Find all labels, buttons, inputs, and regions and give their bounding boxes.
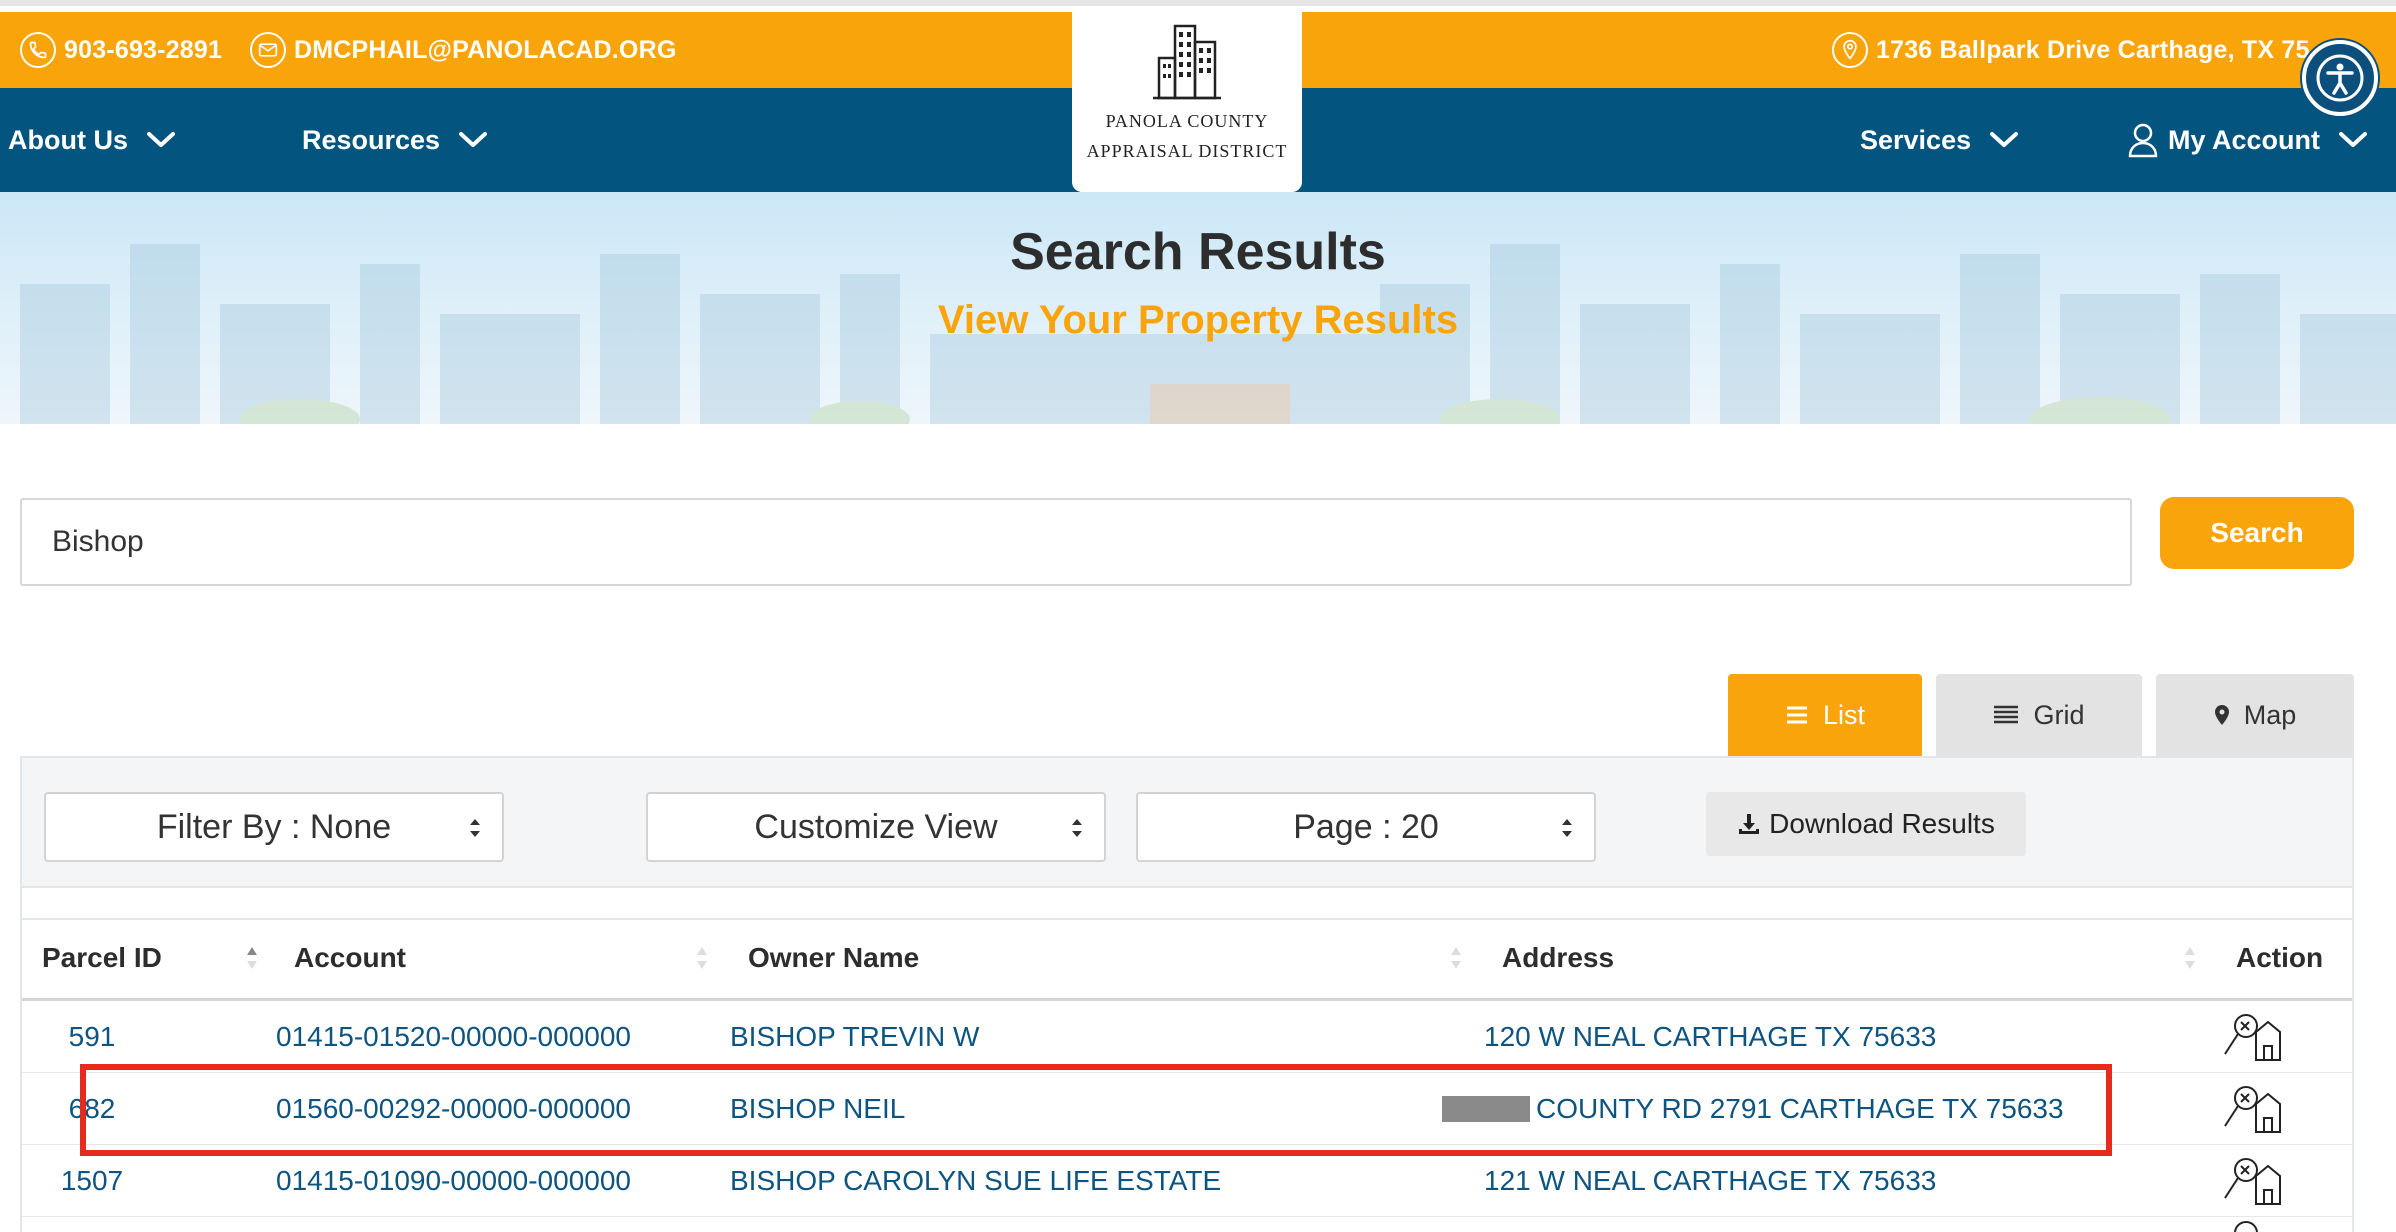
grid-icon [1993,705,2019,725]
property-search-icon [2224,1158,2281,1205]
nav-services[interactable]: Services [1860,88,2019,192]
view-tab-list-label: List [1822,699,1866,730]
view-property-button[interactable] [2218,1001,2288,1073]
email-link[interactable]: DMCPHAIL@PANOLACAD.ORG [250,12,676,88]
view-property-button[interactable] [2218,1217,2288,1232]
building-logo-icon [1153,24,1221,100]
user-icon [2128,122,2158,158]
search-button[interactable]: Search [2160,497,2354,569]
address-link[interactable]: 121 W NEAL CARTHAGE TX 75633 [1484,1145,1936,1217]
chevron-down-icon [1989,131,2019,149]
table-row: 591 01415-01520-00000-000000 BISHOP TREV… [22,1001,2352,1073]
results-table: Parcel ID Account Owner Name Address Act… [20,888,2354,1232]
sort-icon[interactable] [2182,944,2198,972]
page: 903-693-2891 DMCPHAIL@PANOLACAD.ORG 1736… [0,0,2396,1232]
logo-line-1: PANOLA COUNTY [1105,111,1269,131]
address-link[interactable]: COUNTY RD 2791 CARTHAGE TX 75633 [1442,1073,2064,1145]
header-action: Action [2236,942,2324,973]
nav-services-label: Services [1860,124,1972,155]
sort-icon[interactable] [1448,944,1464,972]
list-icon [1785,705,1809,725]
account-link[interactable]: 01560-00292-00000-000000 [276,1073,631,1145]
header-account[interactable]: Account [294,942,406,974]
location-pin-icon [1832,32,1868,68]
owner-name-link[interactable]: BISHOP TREVIN W [730,1001,979,1073]
customize-view-select[interactable]: Customize View [646,792,1106,862]
view-tab-grid[interactable]: Grid [1936,674,2142,756]
property-search-icon [2224,1086,2281,1133]
owner-name-link[interactable]: BISHOP NEIL [730,1073,905,1145]
logo-line-2: APPRAISAL DISTRICT [1086,141,1288,161]
parcel-id-link[interactable]: 682 [22,1073,162,1145]
email-text: DMCPHAIL@PANOLACAD.ORG [294,35,677,64]
chevron-down-icon [146,131,176,149]
table-row: 1507 01415-01090-00000-000000 BISHOP CAR… [22,1145,2352,1217]
sort-ascending-icon[interactable] [244,944,260,972]
select-arrows-icon [1560,816,1574,840]
nav-about-label: About Us [8,124,128,155]
address-text: COUNTY RD 2791 CARTHAGE TX 75633 [1536,1093,2064,1124]
redacted-block [1442,1096,1530,1122]
address-text: 1736 Ballpark Drive Carthage, TX 75 [1876,35,2310,64]
page-subtitle: View Your Property Results [937,298,1459,342]
account-link[interactable]: 01415-01520-00000-000000 [276,1001,631,1073]
phone-icon [20,32,56,68]
header-address[interactable]: Address [1502,942,1614,974]
table-row: 682 01560-00292-00000-000000 BISHOP NEIL… [22,1073,2352,1145]
header-owner-name[interactable]: Owner Name [748,942,919,974]
hero-banner: Search Results View Your Property Result… [0,192,2396,424]
owner-name-link[interactable]: BISHOP CAROLYN SUE LIFE ESTATE [730,1145,1221,1217]
select-arrows-icon [1070,816,1084,840]
view-property-button[interactable] [2218,1073,2288,1145]
filter-select-value: Filter By : None [156,807,392,846]
view-tab-grid-label: Grid [2033,699,2085,730]
nav-about-us[interactable]: About Us [8,88,176,192]
address-link[interactable]: 1736 Ballpark Drive Carthage, TX 75 [1832,12,2310,88]
sort-icon[interactable] [694,944,710,972]
page-size-value: Page : 20 [1293,807,1439,846]
nav-account-label: My Account [2168,124,2321,155]
page-title: Search Results [1010,223,1386,281]
envelope-icon [250,32,286,68]
download-icon [1737,812,1761,836]
property-search-icon [2234,1221,2258,1232]
parcel-id-link[interactable]: 591 [22,1001,162,1073]
accessibility-button[interactable] [2302,40,2378,116]
view-property-button[interactable] [2218,1145,2288,1217]
accessibility-icon [2316,54,2364,102]
view-tab-map-label: Map [2243,699,2297,730]
view-tab-map[interactable]: Map [2156,674,2354,756]
parcel-id-link[interactable]: 1507 [22,1145,162,1217]
property-search-icon [2224,1014,2281,1061]
search-input[interactable] [20,498,2132,586]
view-tab-list[interactable]: List [1728,674,1922,756]
customize-view-value: Customize View [754,807,998,846]
page-size-select[interactable]: Page : 20 [1136,792,1596,862]
nav-resources-label: Resources [302,124,441,155]
nav-resources[interactable]: Resources [302,88,488,192]
table-row-partial [22,1217,2352,1232]
download-results-label: Download Results [1769,808,1995,839]
table-top-spacer [22,888,2352,920]
phone-text: 903-693-2891 [64,35,223,64]
chevron-down-icon [458,131,488,149]
header-parcel-id[interactable]: Parcel ID [42,942,162,974]
filter-select[interactable]: Filter By : None [44,792,504,862]
site-logo[interactable]: PANOLA COUNTY APPRAISAL DISTRICT [1072,12,1302,192]
select-arrows-icon [468,816,482,840]
phone-link[interactable]: 903-693-2891 [20,12,222,88]
download-results-button[interactable]: Download Results [1706,792,2026,856]
chevron-down-icon [2338,131,2368,149]
account-link[interactable]: 01415-01090-00000-000000 [276,1145,631,1217]
address-link[interactable]: 120 W NEAL CARTHAGE TX 75633 [1484,1001,1936,1073]
map-pin-icon [2214,704,2230,726]
